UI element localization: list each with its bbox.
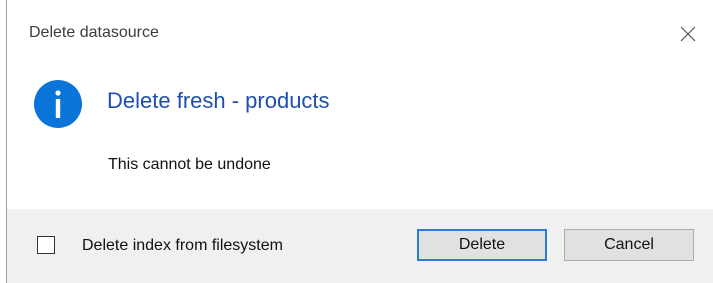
delete-index-checkbox[interactable]	[37, 236, 55, 254]
dialog-heading: Delete fresh - products	[107, 88, 330, 113]
delete-button[interactable]: Delete	[417, 229, 547, 261]
close-button[interactable]	[672, 18, 704, 50]
dialog-footer: Delete index from filesystem Delete Canc…	[7, 209, 713, 283]
dialog-message: This cannot be undone	[108, 156, 271, 173]
cancel-button[interactable]: Cancel	[564, 229, 694, 261]
close-icon	[680, 26, 696, 42]
delete-datasource-dialog: Delete datasource Delete fresh - product…	[0, 0, 713, 283]
info-icon	[34, 80, 82, 128]
delete-index-checkbox-label[interactable]: Delete index from filesystem	[82, 237, 283, 255]
dialog-title: Delete datasource	[29, 24, 159, 41]
